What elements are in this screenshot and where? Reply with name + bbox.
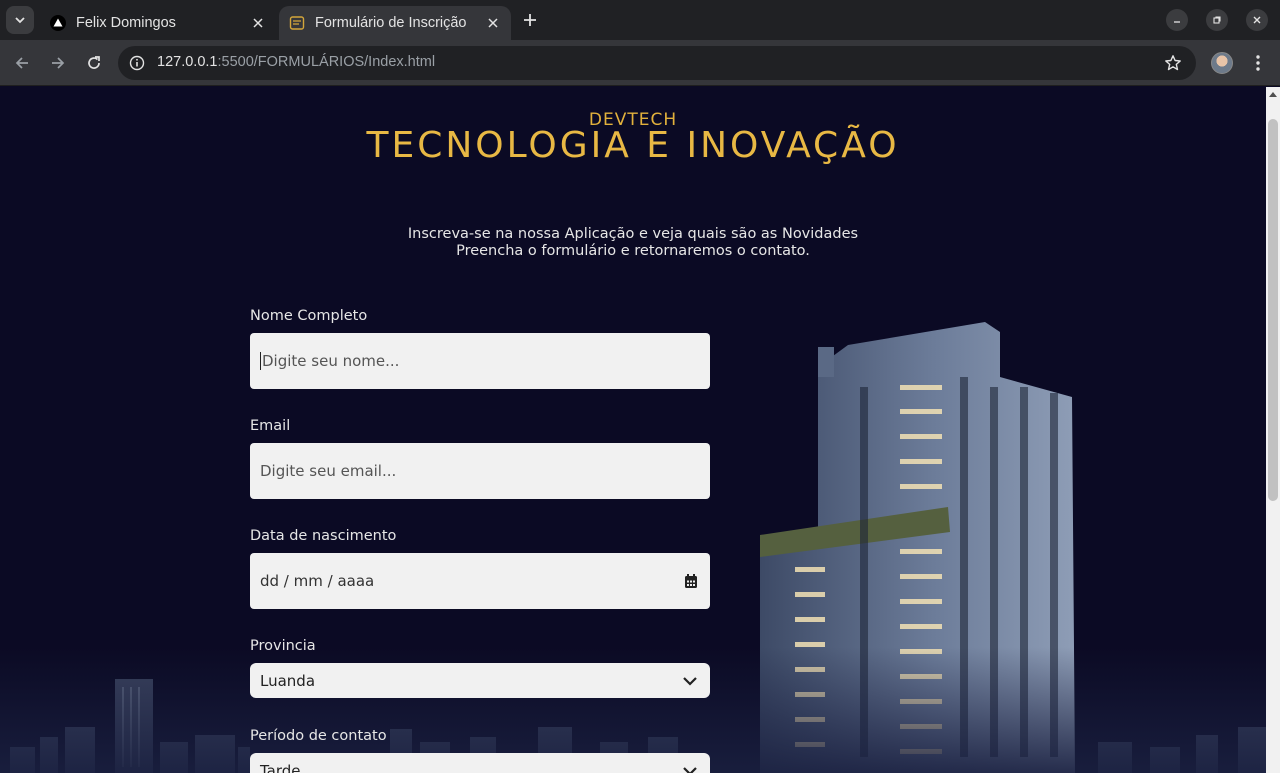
page-viewport: DEVTECH TECNOLOGIA E INOVAÇÃO Inscreva-s… [0, 87, 1266, 773]
browser-tabstrip: Felix Domingos Formulário de Inscrição [0, 0, 1280, 40]
minimize-button[interactable] [1166, 9, 1188, 31]
triangle-logo-icon [50, 15, 66, 31]
more-vertical-icon [1256, 55, 1260, 71]
info-icon[interactable] [128, 54, 146, 72]
restore-button[interactable] [1206, 9, 1228, 31]
email-label: Email [250, 418, 291, 434]
contact-period-select[interactable]: Tarde [250, 753, 710, 773]
arrow-left-icon [15, 57, 28, 69]
page-scrollbar[interactable] [1266, 87, 1280, 773]
reload-icon [88, 56, 100, 69]
text-caret [260, 352, 261, 370]
calendar-icon[interactable] [684, 573, 698, 589]
province-label: Provincia [250, 638, 316, 654]
chevron-down-icon [15, 17, 25, 24]
birth-date-input[interactable]: dd / mm / aaaa [250, 553, 710, 609]
url-path: :5500/FORMULÁRIOS/Index.html [217, 54, 436, 70]
tab-formulario-inscricao[interactable]: Formulário de Inscrição [279, 6, 511, 40]
reload-button[interactable] [82, 51, 106, 75]
close-icon [1253, 16, 1261, 24]
arrow-right-icon [52, 57, 65, 69]
province-value: Luanda [260, 671, 316, 690]
back-button[interactable] [10, 51, 34, 75]
chevron-down-icon [682, 676, 698, 686]
close-icon[interactable] [250, 15, 266, 31]
browser-menu-button[interactable] [1248, 51, 1268, 75]
address-bar[interactable]: 127.0.0.1:5500/FORMULÁRIOS/Index.html [118, 46, 1196, 80]
url-text[interactable]: 127.0.0.1:5500/FORMULÁRIOS/Index.html [157, 54, 435, 70]
profile-avatar[interactable] [1211, 52, 1233, 74]
intro-text: Inscreva-se na nossa Aplicação e veja qu… [0, 226, 1266, 260]
tab-title: Formulário de Inscrição [315, 15, 467, 31]
url-host: 127.0.0.1 [157, 54, 218, 70]
browser-toolbar: 127.0.0.1:5500/FORMULÁRIOS/Index.html [0, 40, 1280, 86]
intro-line: Preencha o formulário e retornaremos o c… [456, 243, 810, 259]
page-title: TECNOLOGIA E INOVAÇÃO [366, 125, 900, 166]
intro-line: Inscreva-se na nossa Aplicação e veja qu… [407, 226, 859, 242]
email-placeholder: Digite seu email... [260, 462, 397, 480]
contact-period-value: Tarde [260, 761, 301, 773]
close-icon[interactable] [485, 15, 501, 31]
scrollbar-thumb[interactable] [1268, 119, 1278, 501]
forward-button[interactable] [46, 51, 70, 75]
form-favicon-icon [289, 15, 305, 31]
plus-icon [524, 14, 536, 26]
province-select[interactable]: Luanda [250, 663, 710, 698]
bookmark-star-icon[interactable] [1164, 54, 1182, 72]
name-placeholder: Digite seu nome... [262, 352, 400, 370]
name-label: Nome Completo [250, 308, 368, 324]
scroll-up-arrow-icon[interactable] [1266, 87, 1280, 101]
chevron-down-icon [682, 766, 698, 773]
tab-felix-domingos[interactable]: Felix Domingos [40, 6, 276, 40]
tab-search-button[interactable] [6, 6, 34, 34]
minimize-icon [1174, 21, 1180, 23]
name-input[interactable]: Digite seu nome... [250, 333, 710, 389]
tab-title: Felix Domingos [76, 15, 176, 31]
email-input[interactable]: Digite seu email... [250, 443, 710, 499]
new-tab-button[interactable] [518, 8, 542, 32]
birth-date-label: Data de nascimento [250, 528, 397, 544]
contact-period-label: Período de contato [250, 728, 387, 744]
close-window-button[interactable] [1246, 9, 1268, 31]
date-placeholder: dd / mm / aaaa [260, 572, 375, 590]
restore-icon [1213, 16, 1221, 24]
